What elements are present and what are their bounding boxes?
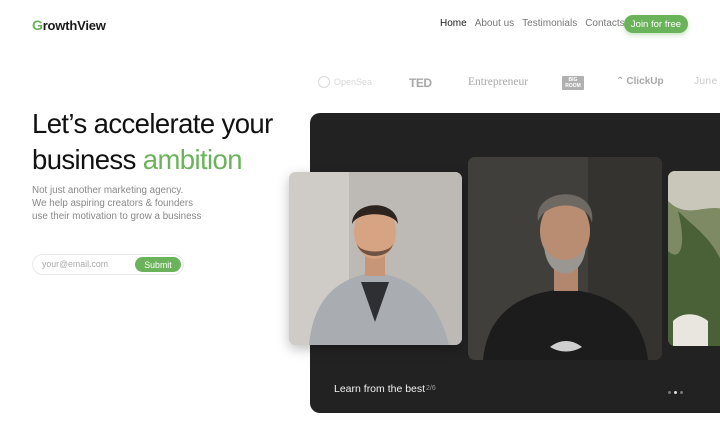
main-nav: Home About us Testimonials Contacts (440, 18, 625, 29)
hero-title-line2: business (32, 144, 143, 175)
nav-home[interactable]: Home (440, 18, 467, 29)
nav-contacts[interactable]: Contacts (585, 18, 624, 29)
hero-title-accent: ambition (142, 144, 243, 175)
join-for-free-button[interactable]: Join for free (624, 15, 688, 33)
logo-mark: G (32, 17, 43, 33)
clickup-logo: ⌃ ClickUp (616, 76, 664, 87)
clickup-icon: ⌃ (616, 76, 625, 87)
carousel-dot-3[interactable] (680, 391, 683, 394)
portrait-photo-2 (468, 157, 662, 360)
hero-sub-line3: use their motivation to grow a business (32, 211, 202, 222)
hero-sub-line2: We help aspiring creators & founders (32, 198, 194, 209)
carousel-dots (668, 391, 683, 394)
plant-photo-3 (668, 171, 720, 346)
opensea-icon (318, 76, 330, 88)
hero-title: Let’s accelerate your business ambition (32, 106, 273, 178)
carousel-dot-2[interactable] (674, 391, 677, 394)
submit-button[interactable]: Submit (135, 257, 181, 272)
carousel-dot-1[interactable] (668, 391, 671, 394)
opensea-label: OpenSea (334, 77, 373, 87)
june-logo: June (694, 76, 718, 87)
carousel-card-previous[interactable] (289, 172, 462, 345)
ted-logo: TED (409, 76, 432, 90)
hero-sub-line1: Not just another marketing agency. (32, 185, 184, 196)
email-input[interactable] (42, 259, 132, 269)
carousel-counter: 2/6 (426, 385, 436, 392)
email-signup-form: Submit (32, 254, 184, 275)
opensea-logo: OpenSea (318, 76, 372, 88)
partner-logos: OpenSea TED Entrepreneur BIG ROOM ⌃ ClickU… (318, 76, 720, 92)
hero-title-line1: Let’s accelerate your (32, 108, 273, 139)
entrepreneur-logo: Entrepreneur (468, 76, 529, 88)
carousel-card-active[interactable] (468, 157, 662, 360)
logo-text: rowthView (42, 17, 106, 33)
logo[interactable]: GrowthView (32, 17, 106, 33)
bigroom-bottom: ROOM (565, 83, 581, 89)
nav-about-us[interactable]: About us (475, 18, 514, 29)
bigroom-logo: BIG ROOM (562, 76, 584, 90)
carousel-caption: Learn from the best (334, 383, 426, 395)
carousel-card-next[interactable] (668, 171, 720, 346)
portrait-photo-1 (289, 172, 462, 345)
hero-subtitle: Not just another marketing agency. We he… (32, 184, 232, 223)
clickup-label: ClickUp (626, 76, 664, 87)
nav-testimonials[interactable]: Testimonials (522, 18, 577, 29)
